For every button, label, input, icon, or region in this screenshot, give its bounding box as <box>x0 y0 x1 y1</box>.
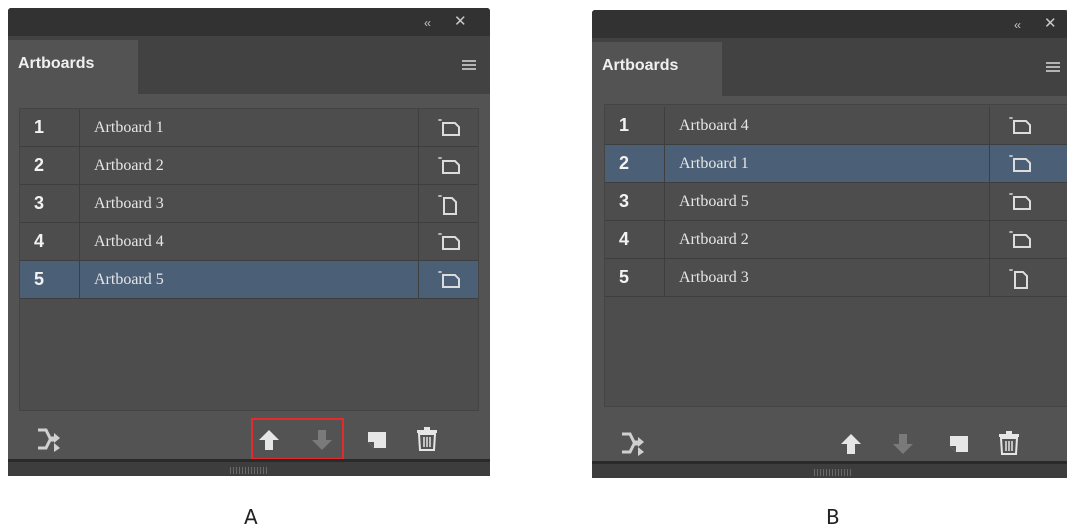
artboard-row-selected[interactable]: 5 Artboard 5 <box>20 261 478 299</box>
artboard-orientation-icon[interactable] <box>418 223 478 260</box>
artboard-number: 2 <box>605 145 665 182</box>
artboard-name[interactable]: Artboard 5 <box>94 261 164 298</box>
artboard-orientation-icon[interactable] <box>418 185 478 222</box>
panel-menu-icon[interactable] <box>1046 62 1060 72</box>
move-down-icon <box>311 428 333 457</box>
rearrange-artboards-icon[interactable] <box>620 430 646 461</box>
artboards-panel-b: ‹‹ ✕ Artboards 1 Artboard 4 2 Artboard 1… <box>592 10 1067 478</box>
resize-grip[interactable] <box>230 467 268 474</box>
artboard-row[interactable]: 4 Artboard 2 <box>605 221 1067 259</box>
artboard-number: 3 <box>20 185 80 222</box>
artboard-number: 3 <box>605 183 665 220</box>
panel-bottom-toolbar <box>592 424 1067 464</box>
artboard-number: 5 <box>605 259 665 296</box>
artboards-panel-a: ‹‹ ✕ Artboards 1 Artboard 1 2 Artboard 2… <box>8 8 490 476</box>
trash-icon[interactable] <box>998 430 1020 461</box>
artboard-row[interactable]: 5 Artboard 3 <box>605 259 1067 297</box>
new-artboard-icon[interactable] <box>366 428 388 455</box>
rearrange-artboards-icon[interactable] <box>36 426 62 457</box>
collapse-panel-button[interactable]: ‹‹ <box>1014 16 1021 34</box>
artboard-name[interactable]: Artboard 3 <box>94 185 164 222</box>
artboard-orientation-icon[interactable] <box>989 183 1067 220</box>
move-up-icon[interactable] <box>840 432 862 461</box>
tab-row: Artboards <box>592 38 1067 96</box>
trash-icon[interactable] <box>416 426 438 457</box>
artboard-name[interactable]: Artboard 2 <box>94 147 164 184</box>
close-panel-button[interactable]: ✕ <box>454 13 467 31</box>
move-up-icon[interactable] <box>258 428 280 457</box>
resize-grip[interactable] <box>814 469 852 476</box>
artboard-number: 4 <box>605 221 665 258</box>
artboard-name[interactable]: Artboard 5 <box>679 183 749 220</box>
artboard-orientation-icon[interactable] <box>418 261 478 298</box>
panel-titlebar: ‹‹ ✕ <box>592 10 1067 38</box>
artboard-row-selected[interactable]: 2 Artboard 1 <box>605 145 1067 183</box>
artboard-row[interactable]: 3 Artboard 3 <box>20 185 478 223</box>
new-artboard-icon[interactable] <box>948 432 970 459</box>
artboard-name[interactable]: Artboard 2 <box>679 221 749 258</box>
artboard-name[interactable]: Artboard 4 <box>94 223 164 260</box>
artboard-number: 1 <box>20 109 80 146</box>
artboard-list: 1 Artboard 4 2 Artboard 1 3 Artboard 5 4… <box>604 104 1067 407</box>
artboard-row[interactable]: 2 Artboard 2 <box>20 147 478 185</box>
artboard-orientation-icon[interactable] <box>989 145 1067 182</box>
artboard-orientation-icon[interactable] <box>989 107 1067 144</box>
caption-b: B <box>826 505 840 529</box>
artboard-number: 1 <box>605 107 665 144</box>
tab-artboards[interactable]: Artboards <box>8 40 138 94</box>
artboard-row[interactable]: 1 Artboard 4 <box>605 107 1067 145</box>
artboard-orientation-icon[interactable] <box>418 147 478 184</box>
artboard-name[interactable]: Artboard 1 <box>94 109 164 146</box>
artboard-orientation-icon[interactable] <box>989 221 1067 258</box>
artboard-row[interactable]: 1 Artboard 1 <box>20 109 478 147</box>
collapse-panel-button[interactable]: ‹‹ <box>424 14 431 32</box>
panel-titlebar: ‹‹ ✕ <box>8 8 490 36</box>
artboard-row[interactable]: 4 Artboard 4 <box>20 223 478 261</box>
artboard-number: 2 <box>20 147 80 184</box>
artboard-orientation-icon[interactable] <box>989 259 1067 296</box>
artboard-number: 4 <box>20 223 80 260</box>
artboard-orientation-icon[interactable] <box>418 109 478 146</box>
artboard-name[interactable]: Artboard 3 <box>679 259 749 296</box>
panel-menu-icon[interactable] <box>462 60 476 70</box>
artboard-number: 5 <box>20 261 80 298</box>
tab-row: Artboards <box>8 36 490 94</box>
panel-footer <box>8 459 490 476</box>
artboard-row[interactable]: 3 Artboard 5 <box>605 183 1067 221</box>
caption-a: A <box>244 505 258 529</box>
artboard-name[interactable]: Artboard 4 <box>679 107 749 144</box>
panel-footer <box>592 461 1067 478</box>
tab-artboards[interactable]: Artboards <box>592 42 722 96</box>
artboard-list: 1 Artboard 1 2 Artboard 2 3 Artboard 3 4… <box>19 108 479 411</box>
close-panel-button[interactable]: ✕ <box>1044 15 1057 33</box>
move-down-icon[interactable] <box>892 432 914 461</box>
panel-bottom-toolbar <box>8 418 490 460</box>
artboard-name[interactable]: Artboard 1 <box>679 145 749 182</box>
